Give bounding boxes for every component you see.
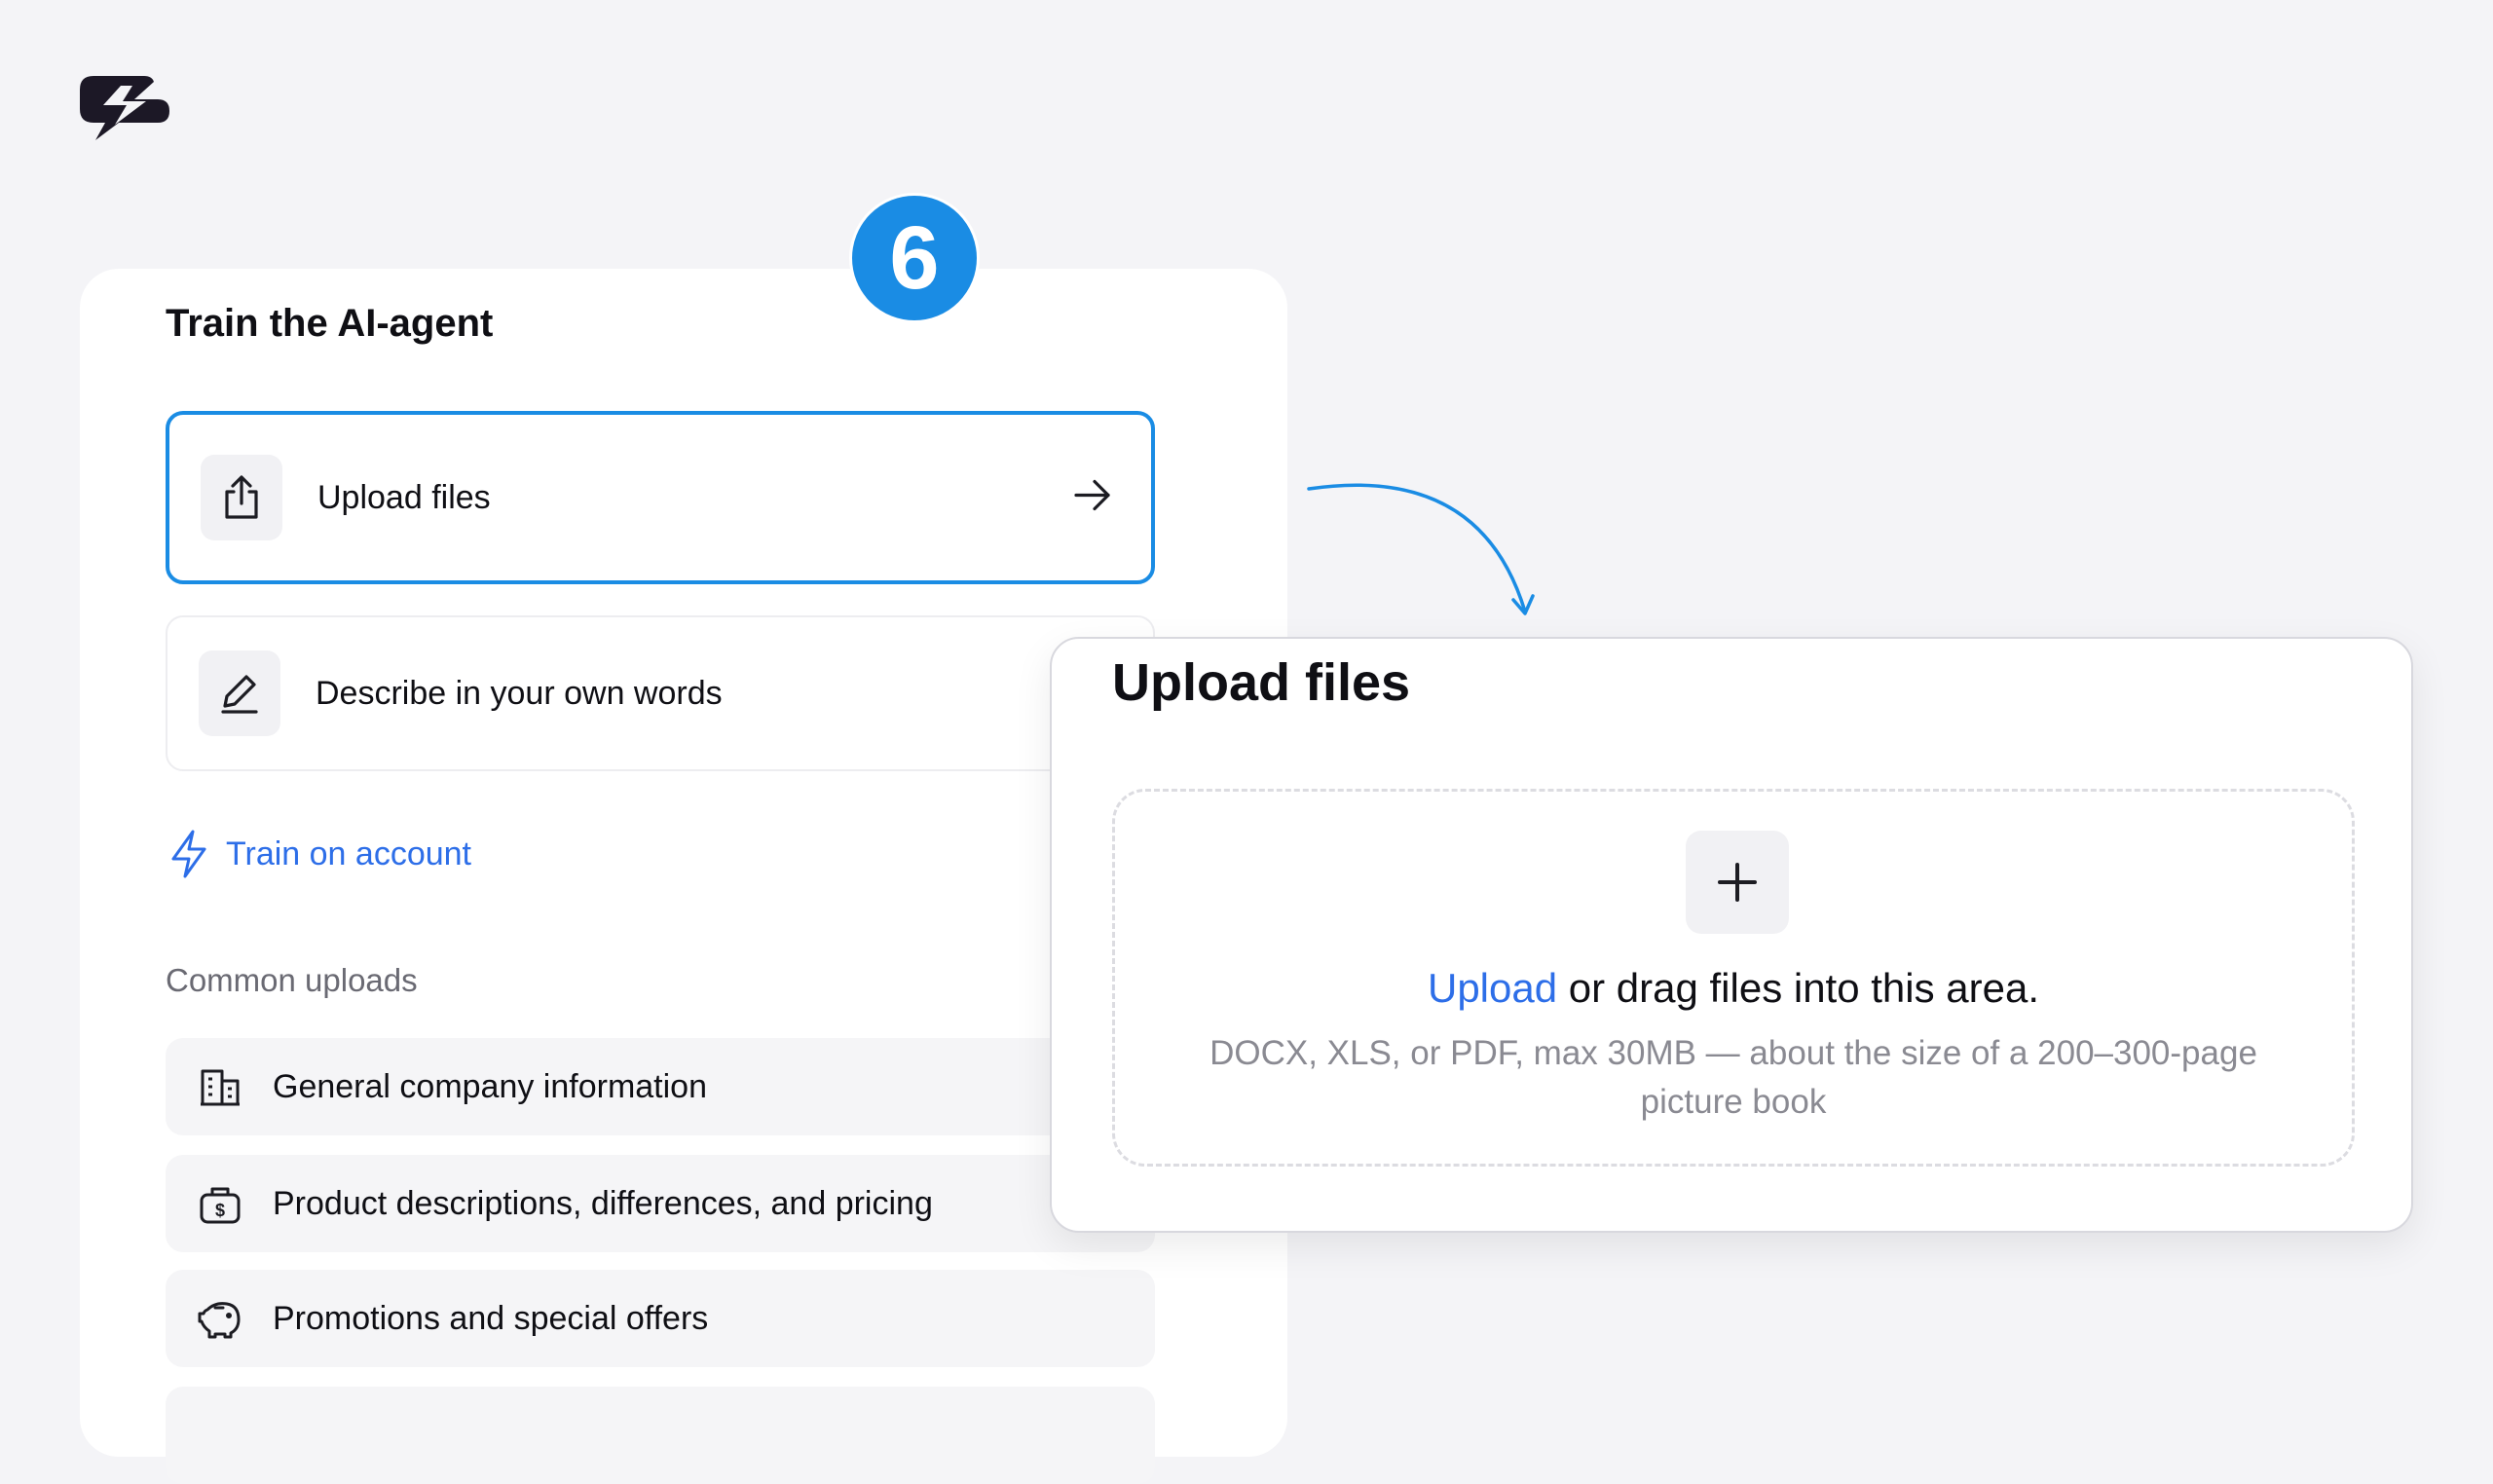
add-file-button[interactable] [1686,831,1789,934]
common-upload-item[interactable] [166,1387,1155,1484]
arrow-right-icon [1073,479,1112,517]
train-on-account-link[interactable]: Train on account [169,830,471,878]
lightning-icon [171,830,206,878]
brand-logo-icon [76,72,175,140]
train-link-label: Train on account [226,835,471,872]
option-label: Describe in your own words [316,674,723,712]
option-describe[interactable]: Describe in your own words [166,615,1155,771]
option-upload-files[interactable]: Upload files [166,411,1155,584]
building-icon [197,1063,243,1110]
plus-icon [1718,863,1757,902]
common-uploads-title: Common uploads [166,962,418,998]
upload-link[interactable]: Upload [1428,965,1557,1011]
common-upload-item[interactable]: $ Product descriptions, differences, and… [166,1155,1155,1252]
common-upload-item[interactable]: Promotions and special offers [166,1270,1155,1367]
card-title: Train the AI-agent [166,302,494,345]
upload-files-dialog: Upload files Upload or drag files into t… [1050,637,2413,1233]
dialog-title: Upload files [1112,653,1411,712]
upload-icon [201,455,282,540]
option-label: Upload files [317,478,491,516]
connector-arrow-icon [1307,483,1535,615]
drag-text: or drag files into this area. [1557,965,2040,1011]
price-bag-icon: $ [197,1180,243,1227]
file-dropzone[interactable]: Upload or drag files into this area. DOC… [1112,789,2355,1167]
common-upload-label: Product descriptions, differences, and p… [273,1184,933,1222]
pen-icon [199,650,280,736]
common-upload-label: General company information [273,1067,708,1105]
dropzone-instruction: Upload or drag files into this area. [1115,965,2352,1012]
file-format-hint: DOCX, XLS, or PDF, max 30MB — about the … [1209,1034,2257,1121]
common-upload-item[interactable]: General company information [166,1038,1155,1135]
svg-text:$: $ [215,1201,225,1220]
piggy-bank-icon [197,1295,243,1342]
step-badge: 6 [849,193,980,323]
common-upload-label: Promotions and special offers [273,1299,709,1337]
